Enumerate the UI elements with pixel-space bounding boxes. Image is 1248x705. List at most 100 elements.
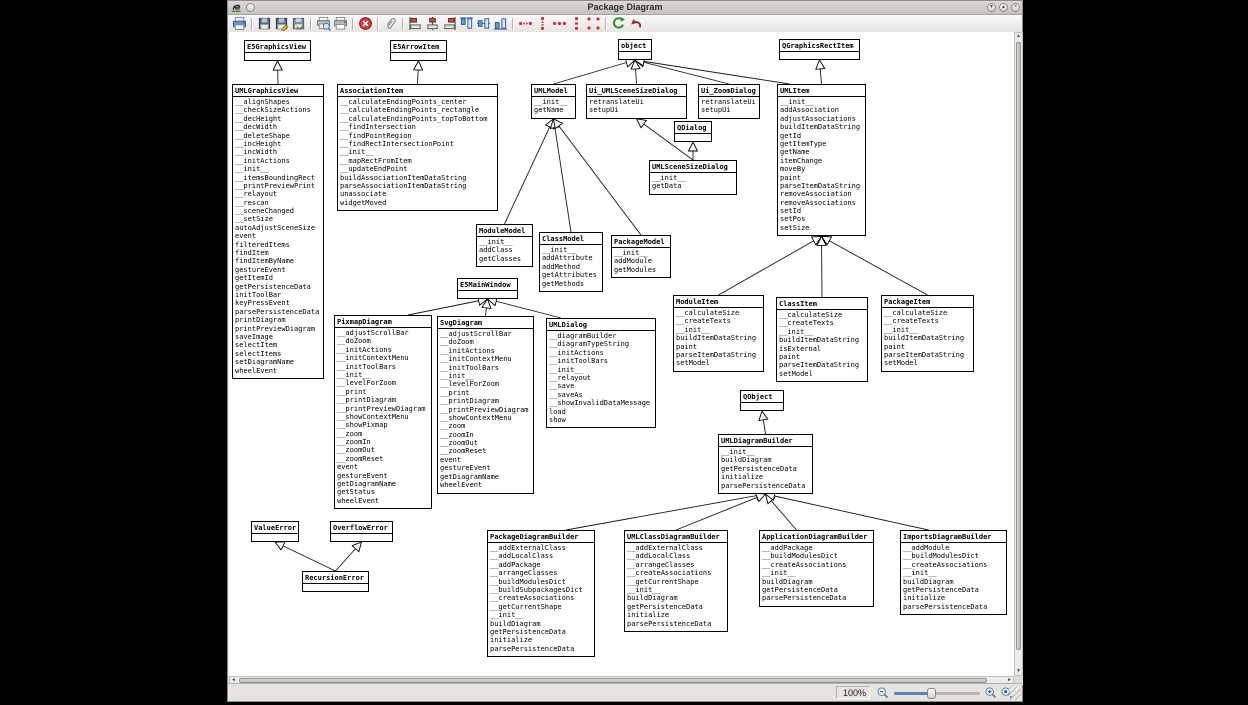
method-entry: __showContextMenu [337, 413, 429, 421]
space-all-button[interactable] [585, 16, 602, 32]
align-right-button[interactable] [441, 16, 458, 32]
align-center-v-button[interactable] [475, 16, 492, 32]
uml-class-UMLModel[interactable]: UMLModel__init__getName [531, 84, 576, 119]
scroll-up-icon[interactable]: ▲ [1015, 33, 1022, 40]
print-button[interactable] [231, 16, 248, 32]
scroll-down-icon[interactable]: ▼ [1015, 668, 1022, 675]
save-button[interactable] [256, 16, 273, 32]
space-v-button[interactable] [534, 16, 551, 32]
undo-button[interactable] [627, 16, 644, 32]
uml-class-UMLClassDiagramBuilder[interactable]: UMLClassDiagramBuilder__addExternalClass… [624, 530, 728, 632]
class-methods: retranslateUisetupUi [699, 97, 759, 115]
zoom-in-button[interactable] [984, 686, 998, 700]
class-methods: __init__getData [650, 173, 736, 191]
method-entry: printPreviewDiagram [235, 325, 321, 333]
uml-class-ModuleItem[interactable]: ModuleItem__calculateSize__createTexts__… [673, 295, 764, 372]
class-name: Ui_ZoomDialog [699, 85, 759, 97]
uml-class-UMLItem[interactable]: UMLItem__init__addAssociationadjustAssoc… [777, 84, 866, 236]
method-entry: gestureEvent [440, 464, 531, 472]
space-equal-v-button[interactable] [568, 16, 585, 32]
space-h-button[interactable] [517, 16, 534, 32]
save-image-button[interactable] [290, 16, 307, 32]
uml-class-E5ArrowItem[interactable]: E5ArrowItem [390, 40, 447, 61]
uml-class-SvgDiagram[interactable]: SvgDiagram__adjustScrollBar__doZoom__ini… [437, 316, 534, 494]
uml-class-RecursionError[interactable]: RecursionError [302, 571, 369, 592]
uml-class-UMLGraphicsView[interactable]: UMLGraphicsView__alignShapes__checkSizeA… [232, 84, 324, 379]
uml-class-E5MainWindow[interactable]: E5MainWindow [457, 278, 518, 299]
method-entry: __buildModulesDict [903, 552, 1004, 560]
method-entry: getDiagramName [440, 473, 531, 481]
uml-class-PixmapDiagram[interactable]: PixmapDiagram__adjustScrollBar__doZoom__… [334, 315, 432, 509]
vertical-scrollbar[interactable]: ▲ ▼ [1014, 32, 1023, 676]
align-top-button[interactable] [458, 16, 475, 32]
uml-class-object[interactable]: object [618, 39, 652, 60]
space-equal-h-button[interactable] [551, 16, 568, 32]
align-bottom-button[interactable] [492, 16, 509, 32]
class-name: UMLDiagramBuilder [719, 435, 812, 447]
uml-class-AssociationItem[interactable]: AssociationItem__calculateEndingPoints_c… [337, 84, 498, 211]
window-maximize-button[interactable]: ▴ [999, 3, 1008, 12]
uml-class-PackageDiagramBuilder[interactable]: PackageDiagramBuilder__addExternalClass_… [487, 530, 595, 657]
uml-class-QObject[interactable]: QObject [740, 390, 784, 411]
method-entry: __printDiagram [337, 396, 429, 404]
uml-class-ClassModel[interactable]: ClassModel__init__addAttributeaddMethodg… [539, 232, 603, 292]
window-shade-button[interactable]: ▾ [987, 3, 996, 12]
uml-class-QGraphicsRectItem[interactable]: QGraphicsRectItem [779, 39, 860, 60]
vertical-scroll-thumb[interactable] [1016, 42, 1021, 650]
class-methods: retranslateUisetupUi [587, 97, 686, 115]
class-name: ClassItem [777, 298, 867, 310]
align-left-button[interactable] [407, 16, 424, 32]
diagram-canvas[interactable]: E5GraphicsView E5ArrowItem object QGraphics… [229, 32, 1014, 676]
method-entry: __createAssociations [762, 561, 871, 569]
uml-class-PackageModel[interactable]: PackageModel__init__addModulegetModules [611, 235, 671, 278]
uml-class-ModuleModel[interactable]: ModuleModel__init__addClassgetClasses [476, 224, 533, 267]
uml-class-ImportsDiagramBuilder[interactable]: ImportsDiagramBuilder__addModule__buildM… [900, 530, 1007, 615]
align-center-h-button[interactable] [424, 16, 441, 32]
eric-app-icon[interactable] [230, 2, 243, 13]
uml-class-ClassItem[interactable]: ClassItem__calculateSize__createTexts__i… [776, 297, 868, 382]
method-entry: __createAssociations [490, 594, 592, 602]
uml-class-UMLDialog[interactable]: UMLDialog__diagramBuilder__diagramTypeSt… [546, 318, 656, 428]
method-entry: __calculateSize [884, 309, 971, 317]
uml-class-QDialog[interactable]: QDialog [674, 121, 712, 142]
title-bar[interactable]: Package Diagram ▾▴× [228, 1, 1022, 15]
class-methods [675, 134, 711, 135]
method-entry: paint [676, 343, 761, 351]
window-close-button[interactable]: × [1011, 3, 1020, 12]
class-methods: __diagramBuilder__diagramTypeString__ini… [547, 331, 655, 424]
uml-class-Ui_ZoomDialog[interactable]: Ui_ZoomDialogretranslateUisetupUi [698, 84, 760, 119]
zoom-out-button[interactable] [876, 686, 890, 700]
toolbar-separator [512, 18, 514, 30]
close-button[interactable] [357, 16, 374, 32]
print-diagram-button[interactable] [332, 16, 349, 32]
uml-class-UMLSceneSizeDialog[interactable]: UMLSceneSizeDialog__init__getData [649, 160, 737, 195]
class-name: Ui_UMLSceneSizeDialog [587, 85, 686, 97]
class-name: PixmapDiagram [335, 316, 431, 328]
method-entry: event [440, 456, 531, 464]
uml-class-Ui_UMLSceneSizeDialog[interactable]: Ui_UMLSceneSizeDialogretranslateUisetupU… [586, 84, 687, 119]
method-entry: __addPackage [762, 544, 871, 552]
uml-class-ApplicationDiagramBuilder[interactable]: ApplicationDiagramBuilder__addPackage__b… [759, 530, 874, 607]
relayout-refresh-button[interactable] [610, 16, 627, 32]
resize-grip[interactable] [1008, 687, 1021, 700]
relayout-refresh-icon [611, 16, 626, 31]
zoom-slider-thumb[interactable] [927, 688, 936, 699]
uml-class-OverflowError[interactable]: OverflowError [330, 521, 393, 542]
print-preview-button[interactable] [315, 16, 332, 32]
class-methods: __alignShapes__checkSizeActions__decHeig… [233, 97, 323, 375]
uml-class-E5GraphicsView[interactable]: E5GraphicsView [244, 40, 311, 61]
undo-icon [628, 16, 643, 31]
method-entry: __decHeight [235, 115, 321, 123]
zoom-slider[interactable] [894, 688, 980, 699]
window-menu-button[interactable] [246, 3, 255, 12]
attach-button[interactable] [382, 16, 399, 32]
class-methods [252, 534, 298, 535]
save-as-button[interactable] [273, 16, 290, 32]
method-entry: __createTexts [676, 317, 761, 325]
method-entry: __arrangeClasses [627, 561, 725, 569]
uml-class-UMLDiagramBuilder[interactable]: UMLDiagramBuilder__init__buildDiagramget… [718, 434, 813, 494]
uml-class-PackageItem[interactable]: PackageItem__calculateSize__createTexts_… [881, 295, 974, 372]
method-entry: __checkSizeActions [235, 106, 321, 114]
method-entry: __initToolBars [549, 357, 653, 365]
uml-class-ValueError[interactable]: ValueError [251, 521, 299, 542]
